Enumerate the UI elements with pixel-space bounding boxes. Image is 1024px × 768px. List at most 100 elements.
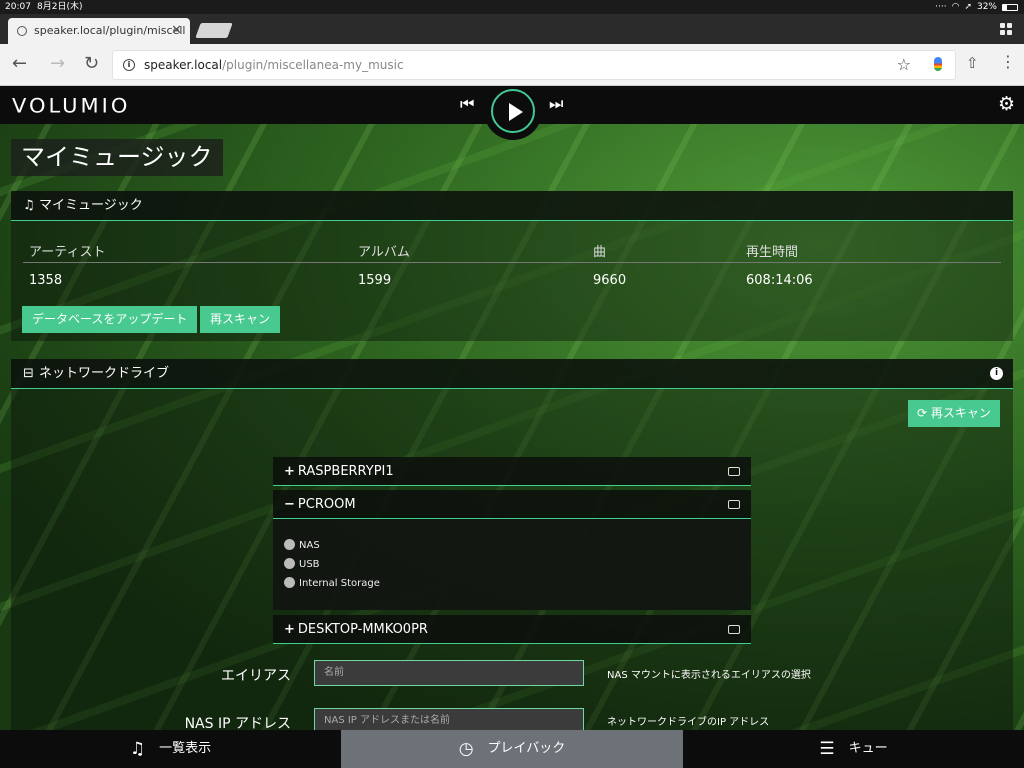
next-track-icon[interactable]: ⏭ [549,94,563,114]
my-music-header: ♫ マイミュージック [11,191,1013,221]
drive-header[interactable]: + DESKTOP-MMKO0PR [273,615,751,644]
tab-queue[interactable]: ☰ キュー [683,730,1024,768]
stats-value-row: 1358 1599 9660 608:14:06 [23,267,1001,295]
nas-ip-input[interactable]: NAS IP アドレスまたは名前 [314,708,584,730]
update-database-button[interactable]: データベースをアップデート [22,306,198,333]
nas-ip-help-text: ネットワークドライブのIP アドレス [607,717,770,728]
url-host: speaker.local [144,58,223,72]
rescan-button[interactable]: 再スキャン [200,306,281,333]
option-label: NAS [299,540,320,551]
tab-playback[interactable]: ◷ プレイバック [341,730,683,768]
clock-icon: ◷ [458,739,474,759]
signal-dots-icon: ···· [935,2,947,12]
list-icon: ☰ [819,739,835,759]
option-internal-storage[interactable]: Internal Storage [284,574,751,593]
drive-name: RASPBERRYPI1 [297,464,394,479]
drive-name: PCROOM [297,497,356,512]
hdd-icon [728,467,740,476]
network-rescan-button[interactable]: ⟳ 再スキャン [908,400,1000,427]
drive-header[interactable]: + RASPBERRYPI1 [273,457,751,486]
alias-help-text: NAS マウントに表示されるエイリアスの選択 [607,670,811,681]
col-playtime: 再生時間 [746,245,799,260]
previous-track-icon[interactable]: ⏮ [460,94,474,114]
hdd-icon [728,500,740,509]
my-music-section: ♫ マイミュージック アーティスト アルバム 曲 再生時間 1358 1599 9… [11,191,1013,341]
music-note-icon: ♫ [129,739,146,759]
collapse-minus-icon: − [284,497,295,512]
tab-strip: speaker.local/plugin/miscell ✕ [0,14,1024,44]
alias-input[interactable]: 名前 [314,660,584,686]
nas-ip-label: NAS IP アドレス [184,716,291,730]
alias-label: エイリアス [221,668,291,684]
network-rescan-label: 再スキャン [930,406,991,420]
tab-title: speaker.local/plugin/miscell [34,24,186,37]
tab-browse-label: 一覧表示 [159,741,212,756]
volumio-logo[interactable]: VOLUMIO [12,95,130,118]
my-music-heading: マイミュージック [39,198,143,213]
url-path: /plugin/miscellanea-my_music [222,58,404,72]
hdd-icon [728,625,740,634]
music-stats-table: アーティスト アルバム 曲 再生時間 1358 1599 9660 608:14… [23,235,1001,291]
col-artists: アーティスト [29,245,106,260]
bookmark-star-icon[interactable]: ☆ [897,51,911,79]
stats-header-row: アーティスト アルバム 曲 再生時間 [23,235,1001,263]
url-field[interactable]: i speaker.local/plugin/miscellanea-my_mu… [112,50,956,80]
drive-options: NAS USB Internal Storage [273,519,751,610]
expand-plus-icon: + [284,622,295,637]
gear-icon[interactable]: ⚙ [998,93,1015,115]
radio-button[interactable] [284,558,295,569]
tab-overview-icon[interactable] [1000,23,1012,35]
reload-icon[interactable]: ↻ [84,54,99,74]
forward-arrow-icon[interactable]: → [50,54,65,74]
tab-playback-label: プレイバック [487,741,566,756]
close-tab-icon[interactable]: ✕ [171,18,182,44]
music-note-icon: ♫ [23,198,35,213]
battery-icon [1002,3,1018,11]
microphone-icon[interactable] [934,57,942,71]
col-songs: 曲 [593,245,607,260]
info-icon[interactable]: i [990,367,1003,380]
browser-tab[interactable]: speaker.local/plugin/miscell ✕ [8,18,190,44]
refresh-icon: ⟳ [917,406,928,420]
radio-button[interactable] [284,577,295,588]
page-icon [17,26,27,36]
tab-browse[interactable]: ♫ 一覧表示 [0,730,341,768]
share-icon[interactable]: ⇧ [966,54,979,72]
app-header: VOLUMIO ⏮ ⏭ ⚙ [0,86,1024,140]
playtime-value: 608:14:06 [746,273,813,288]
drive-item[interactable]: − PCROOM NAS USB Internal Storage [273,490,751,610]
location-arrow-icon: ➚ [964,2,972,12]
site-info-icon[interactable]: i [123,59,135,71]
col-albums: アルバム [358,245,410,260]
option-label: Internal Storage [299,578,380,589]
main-content: マイミュージック ♫ マイミュージック アーティスト アルバム 曲 再生時間 13… [0,124,1024,730]
albums-count: 1599 [358,273,392,288]
tab-queue-label: キュー [848,741,888,756]
status-right: ···· ◠ ➚ 32% [935,0,1018,14]
status-time: 20:07 [5,2,31,12]
drive-item[interactable]: + DESKTOP-MMKO0PR [273,615,751,644]
drive-header[interactable]: − PCROOM [273,490,751,519]
network-drives-header: ⊟ ネットワークドライブ i [11,359,1013,389]
radio-button[interactable] [284,539,295,550]
wifi-icon: ◠ [951,2,960,12]
network-drives-heading: ネットワークドライブ [39,366,170,381]
option-usb[interactable]: USB [284,555,751,574]
drive-item[interactable]: + RASPBERRYPI1 [273,457,751,486]
page-title: マイミュージック [11,139,223,176]
hdd-icon: ⊟ [23,366,34,381]
battery-percent: 32% [976,2,997,12]
option-nas[interactable]: NAS [284,536,751,555]
option-label: USB [299,559,320,570]
play-button[interactable] [491,89,535,133]
new-tab-button[interactable] [195,23,233,38]
more-menu-icon[interactable]: ⋮ [1000,52,1016,72]
bottom-nav: ♫ 一覧表示 ◷ プレイバック ☰ キュー [0,730,1024,768]
songs-count: 9660 [593,273,627,288]
back-arrow-icon[interactable]: ← [12,54,27,74]
expand-plus-icon: + [284,464,295,479]
status-bar: 20:07 8月2日(木) ···· ◠ ➚ 32% [0,0,1024,14]
status-date: 8月2日(木) [37,2,83,12]
artists-count: 1358 [29,273,63,288]
address-bar: ← → ↻ i speaker.local/plugin/miscellanea… [0,44,1024,86]
